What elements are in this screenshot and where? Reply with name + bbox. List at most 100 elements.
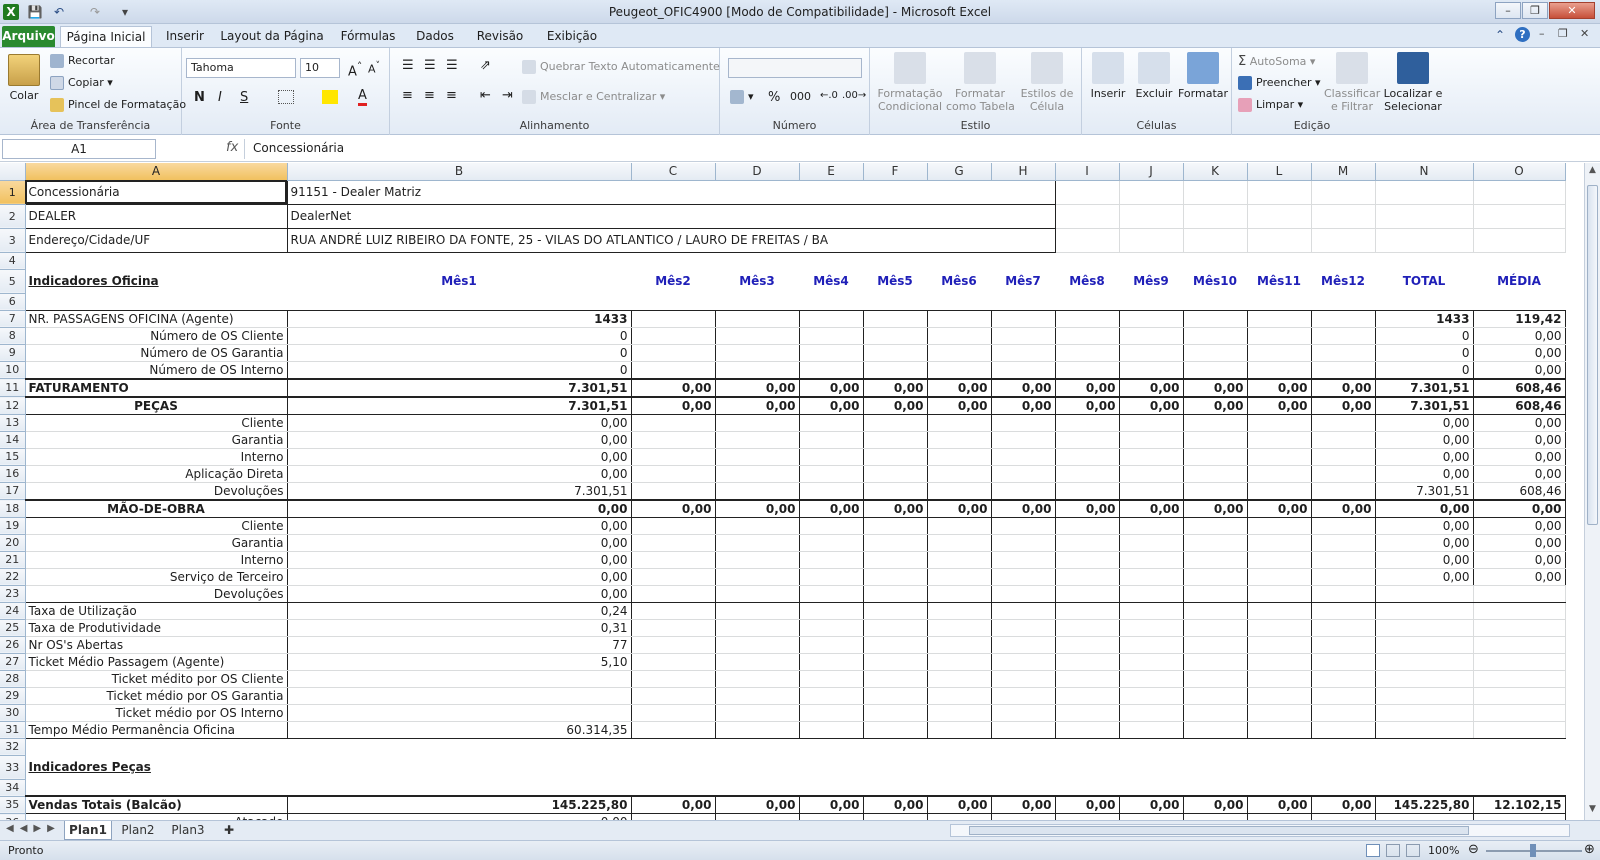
cell[interactable] <box>1183 204 1248 229</box>
cell[interactable] <box>1246 431 1312 449</box>
cell[interactable] <box>1375 636 1474 654</box>
shrink-font-icon[interactable]: A˅ <box>368 60 380 76</box>
cell[interactable] <box>1054 344 1120 362</box>
cut-button[interactable]: Recortar <box>50 54 115 68</box>
row-header[interactable]: 25 <box>0 619 26 637</box>
cell[interactable] <box>1246 414 1312 432</box>
cell[interactable]: 608,46 <box>1472 377 1566 397</box>
tab-revisao[interactable]: Revisão <box>470 26 530 47</box>
cell[interactable] <box>862 431 928 449</box>
cell[interactable] <box>990 721 1056 739</box>
cell[interactable] <box>862 585 928 603</box>
cell[interactable]: 0,00 <box>1374 431 1474 449</box>
cell[interactable] <box>25 779 287 796</box>
row-header[interactable]: 32 <box>0 738 26 756</box>
row-header[interactable]: 6 <box>0 293 26 311</box>
row-header[interactable]: 9 <box>0 344 26 362</box>
cell[interactable] <box>715 755 799 779</box>
column-header[interactable]: J <box>1119 163 1184 181</box>
cell[interactable] <box>714 431 800 449</box>
cell[interactable] <box>1473 293 1565 310</box>
row-header[interactable]: 16 <box>0 465 26 483</box>
cell[interactable] <box>1183 755 1247 779</box>
tab-arquivo[interactable]: Arquivo <box>2 26 55 47</box>
cell[interactable]: 0,00 <box>1182 395 1248 415</box>
cell[interactable] <box>1310 670 1376 688</box>
scroll-up-icon[interactable]: ▲ <box>1587 165 1598 179</box>
cell[interactable] <box>714 517 800 535</box>
cell[interactable] <box>990 568 1056 586</box>
cell[interactable] <box>1054 465 1120 483</box>
cell[interactable] <box>1311 204 1376 229</box>
cell[interactable] <box>798 687 864 705</box>
column-header[interactable]: N <box>1375 163 1474 181</box>
cell[interactable] <box>1182 619 1248 637</box>
cell[interactable] <box>714 653 800 671</box>
cell[interactable] <box>1118 448 1184 466</box>
cell[interactable] <box>862 721 928 739</box>
cell[interactable] <box>1182 344 1248 362</box>
cell[interactable] <box>926 517 992 535</box>
cell[interactable]: Indicadores Oficina <box>25 269 287 293</box>
cell[interactable] <box>1310 602 1376 620</box>
cell[interactable] <box>1246 721 1312 739</box>
cell[interactable] <box>799 755 863 779</box>
cell[interactable]: 0,00 <box>1472 517 1566 535</box>
cell[interactable] <box>1246 448 1312 466</box>
cell[interactable]: 0,00 <box>714 395 800 415</box>
cell[interactable] <box>1182 465 1248 483</box>
cell[interactable]: MÉDIA <box>1473 269 1565 293</box>
fill-button[interactable]: Preencher ▾ <box>1238 76 1321 90</box>
cell[interactable] <box>1310 327 1376 345</box>
cell[interactable] <box>1473 721 1566 739</box>
cell[interactable] <box>630 534 716 552</box>
cell[interactable] <box>630 704 716 722</box>
cell[interactable] <box>926 602 992 620</box>
cell[interactable]: 0,00 <box>286 498 632 518</box>
cell[interactable] <box>1310 309 1376 328</box>
column-header[interactable]: F <box>863 163 928 181</box>
cell[interactable]: 0,00 <box>1310 795 1376 814</box>
cell[interactable]: 0,00 <box>1472 498 1566 518</box>
cell[interactable] <box>1118 670 1184 688</box>
cell[interactable] <box>1118 327 1184 345</box>
cell[interactable] <box>1054 602 1120 620</box>
cell[interactable] <box>715 738 799 755</box>
help-icon[interactable]: ? <box>1515 27 1530 42</box>
cell[interactable] <box>1310 361 1376 379</box>
cell[interactable]: Interno <box>24 448 288 466</box>
cell[interactable] <box>287 738 631 755</box>
cell[interactable] <box>1054 414 1120 432</box>
cell[interactable]: 0,00 <box>1054 395 1120 415</box>
cell[interactable] <box>990 636 1056 654</box>
percent-button[interactable]: % <box>768 90 780 105</box>
cell[interactable] <box>862 568 928 586</box>
row-header[interactable]: 7 <box>0 310 26 328</box>
new-sheet-icon[interactable]: ✚ <box>214 821 244 840</box>
cell[interactable] <box>1246 653 1312 671</box>
cell[interactable] <box>863 779 927 796</box>
cell[interactable] <box>1246 687 1312 705</box>
cell[interactable] <box>1247 779 1311 796</box>
row-header[interactable]: 23 <box>0 585 26 603</box>
cell[interactable]: 91151 - Dealer Matriz <box>286 179 1056 205</box>
cell[interactable] <box>1246 585 1312 603</box>
cell[interactable]: Indicadores Peças <box>25 755 287 779</box>
cell[interactable] <box>1310 636 1376 654</box>
cell[interactable] <box>714 344 800 362</box>
cell[interactable] <box>714 568 800 586</box>
select-all-corner[interactable] <box>0 163 26 181</box>
row-header[interactable]: 35 <box>0 796 26 814</box>
cell[interactable] <box>798 721 864 739</box>
cell[interactable] <box>990 361 1056 379</box>
cell[interactable] <box>714 551 800 569</box>
cell[interactable]: 0,00 <box>926 795 992 814</box>
cell[interactable] <box>991 779 1055 796</box>
cell[interactable] <box>926 327 992 345</box>
normal-view-icon[interactable] <box>1366 844 1380 857</box>
cell[interactable] <box>990 344 1056 362</box>
cell[interactable]: 77 <box>286 636 632 654</box>
cell[interactable] <box>1118 517 1184 535</box>
cell[interactable] <box>1182 721 1248 739</box>
cell[interactable] <box>798 602 864 620</box>
